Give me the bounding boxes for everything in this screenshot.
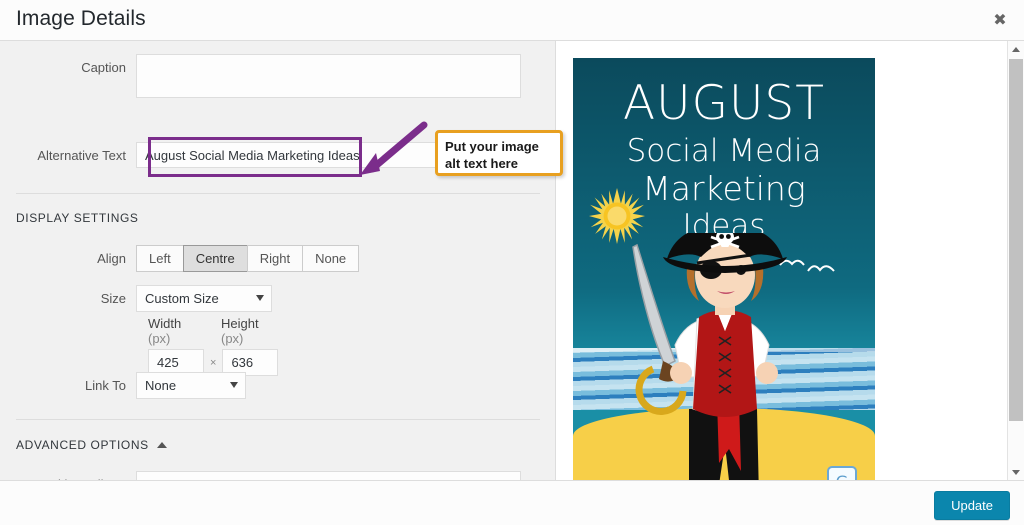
modal-footer: Update	[0, 480, 1024, 525]
advanced-options-toggle[interactable]: ADVANCED OPTIONS	[16, 438, 167, 452]
alt-text-label: Alternative Text	[37, 148, 126, 163]
display-settings-heading: DISPLAY SETTINGS	[16, 211, 139, 225]
preview-title-line2: Social Media	[626, 133, 822, 169]
align-label: Align	[97, 251, 126, 266]
caret-up-icon	[156, 442, 167, 448]
close-icon[interactable]: ✖	[986, 8, 1014, 34]
image-title-row: Image Title Attribute	[0, 471, 521, 480]
scroll-up-icon[interactable]	[1008, 41, 1024, 57]
divider-caption	[16, 193, 540, 194]
size-select-wrapper: Custom Size	[136, 285, 272, 312]
height-label-text: Height	[221, 316, 259, 331]
modal-body: Caption Alternative Text DISPLAY SETTING…	[0, 41, 1024, 480]
height-unit: (px)	[221, 331, 244, 346]
align-button-group: Left Centre Right None	[136, 245, 360, 272]
align-option-left[interactable]: Left	[136, 245, 183, 272]
preview-image[interactable]: AUGUST Social Media Marketing Ideas	[573, 58, 875, 480]
caption-label: Caption	[81, 60, 126, 75]
align-option-right[interactable]: Right	[246, 245, 303, 272]
preview-title-line1: AUGUST	[623, 76, 825, 131]
image-title-label: Image Title Attribute	[0, 471, 136, 480]
preview-scrollbar[interactable]	[1007, 41, 1024, 480]
caption-input[interactable]	[136, 54, 521, 98]
callout-line-2: alt text here	[445, 156, 518, 171]
image-details-modal: Image Details ✖ Caption Alternative Text…	[0, 0, 1024, 525]
watermark-icon: G	[827, 466, 857, 480]
link-to-select-wrapper: None	[136, 372, 246, 399]
width-label: Width (px)	[148, 316, 204, 346]
update-button[interactable]: Update	[934, 491, 1010, 520]
link-to-label: Link To	[85, 378, 126, 393]
image-preview-pane: AUGUST Social Media Marketing Ideas	[556, 41, 1024, 480]
align-option-centre[interactable]: Centre	[182, 245, 247, 272]
height-label: Height (px)	[221, 316, 277, 346]
link-to-row: Link To None	[0, 372, 246, 400]
image-title-input[interactable]	[136, 471, 521, 480]
align-row: Align Left Centre Right None	[0, 245, 360, 273]
page-title: Image Details	[16, 7, 146, 30]
link-to-select[interactable]: None	[136, 372, 246, 399]
advanced-options-heading: ADVANCED OPTIONS	[16, 438, 149, 452]
dimension-separator: ×	[210, 356, 217, 369]
scrollbar-thumb[interactable]	[1009, 59, 1023, 421]
caption-row: Caption	[0, 54, 521, 98]
callout-line-1: Put your image	[445, 139, 539, 154]
modal-header: Image Details ✖	[0, 0, 1024, 41]
scroll-down-icon[interactable]	[1008, 464, 1024, 480]
size-row: Size Custom Size	[0, 285, 272, 313]
annotation-callout: Put your image alt text here	[435, 130, 563, 176]
divider-advanced	[16, 419, 540, 420]
size-select[interactable]: Custom Size	[136, 285, 272, 312]
pirate-illustration	[632, 233, 787, 480]
align-option-none[interactable]: None	[302, 245, 360, 272]
width-label-text: Width	[148, 316, 182, 331]
width-unit: (px)	[148, 331, 171, 346]
settings-pane: Caption Alternative Text DISPLAY SETTING…	[0, 41, 556, 480]
size-label: Size	[100, 291, 126, 306]
dimensions-block: Width (px) Height (px) ×	[148, 316, 279, 376]
